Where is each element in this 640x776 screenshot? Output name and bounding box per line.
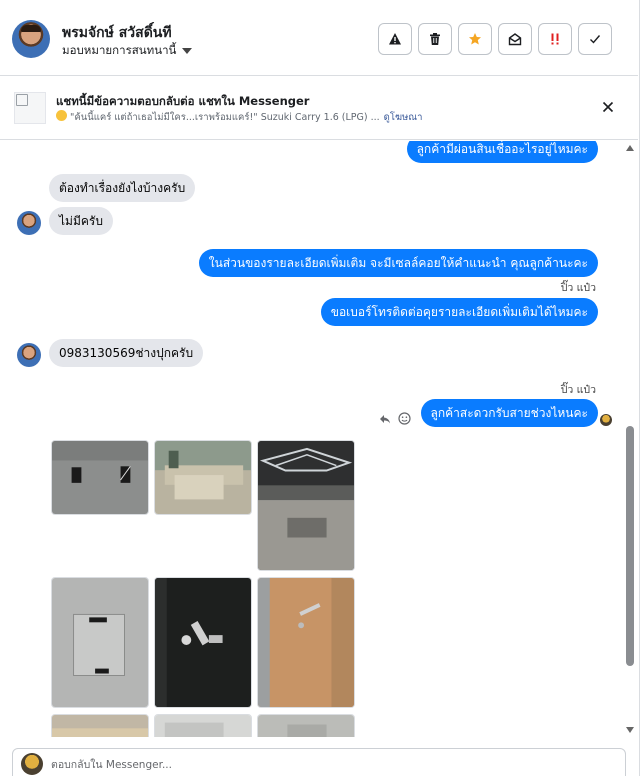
outgoing-message[interactable]: ลูกค้าสะดวกรับสายช่วงไหนคะ: [420, 399, 598, 427]
check-icon: [590, 35, 601, 44]
scroll-up-arrow-icon[interactable]: [626, 145, 634, 151]
header-actions: [378, 23, 612, 55]
reply-icon[interactable]: [379, 413, 391, 425]
delete-button[interactable]: [418, 23, 452, 55]
incoming-message[interactable]: ไม่มีครับ: [49, 207, 113, 235]
mark-unread-icon: [508, 33, 522, 46]
contact-avatar[interactable]: [12, 20, 50, 58]
close-icon[interactable]: [600, 99, 616, 115]
outgoing-message[interactable]: ขอเบอร์โทรติดต่อคุยรายละเอียดเพิ่มเติมได…: [320, 298, 598, 326]
sender-name: ปิ๊ว แป๋ว: [560, 384, 596, 396]
contact-avatar-small: [17, 343, 41, 367]
warning-icon: [389, 33, 401, 45]
conversation-header: พรมจักษ์ สวัสดิ์นที มอบหมายการสนทนานี้: [0, 0, 638, 76]
messenger-reply-banner: แชทนี้มีข้อความตอบกลับต่อ แชทใน Messenge…: [0, 76, 638, 140]
star-button[interactable]: [458, 23, 492, 55]
follow-up-icon: [551, 33, 559, 45]
scroll-down-arrow-icon[interactable]: [626, 727, 634, 733]
seen-avatar: [600, 414, 612, 426]
follow-up-button[interactable]: [538, 23, 572, 55]
photo-attachment[interactable]: [257, 714, 355, 737]
mark-done-button[interactable]: [578, 23, 612, 55]
react-emoji-icon[interactable]: [398, 412, 411, 425]
photo-attachment[interactable]: [257, 577, 355, 708]
banner-title: แชทนี้มีข้อความตอบกลับต่อ แชทใน Messenge…: [56, 94, 310, 108]
mark-unread-button[interactable]: [498, 23, 532, 55]
photo-attachment[interactable]: [154, 714, 252, 737]
ad-thumbnail: [14, 92, 46, 124]
incoming-message[interactable]: ต้องทำเรื่องยังไงบ้างครับ: [49, 174, 196, 202]
page-avatar: [21, 753, 43, 775]
photo-attachment[interactable]: [51, 714, 149, 737]
sender-name: ปิ๊ว แป๋ว: [560, 282, 596, 294]
reply-input[interactable]: [51, 755, 611, 775]
star-icon: [469, 33, 481, 45]
trash-icon: [430, 33, 440, 45]
reply-composer: [12, 748, 626, 776]
assign-label: มอบหมายการสนทนานี้: [62, 43, 177, 57]
sunglasses-emoji-icon: [56, 110, 67, 121]
report-spam-button[interactable]: [378, 23, 412, 55]
message-thread[interactable]: ลูกค้ามีผ่อนสินเชื่ออะไรอยู่ไหมคะ ต้องทำ…: [0, 141, 622, 737]
photo-attachment[interactable]: [257, 440, 355, 571]
outgoing-message[interactable]: ลูกค้ามีผ่อนสินเชื่ออะไรอยู่ไหมคะ: [406, 141, 598, 163]
ad-snippet-text: "ค้นนี้แคร์ แต่ถ้าเธอไม่มีใคร...เราพร้อม…: [70, 112, 380, 123]
contact-avatar-small: [17, 211, 41, 235]
view-ad-link[interactable]: ดูโฆษณา: [384, 112, 423, 123]
ad-snippet: "ค้นนี้แคร์ แต่ถ้าเธอไม่มีใคร...เราพร้อม…: [56, 110, 422, 125]
scrollbar-thumb[interactable]: [626, 426, 634, 666]
thread-scrollbar[interactable]: [623, 141, 637, 737]
assign-conversation-dropdown[interactable]: มอบหมายการสนทนานี้: [62, 42, 193, 60]
conversation-panel: พรมจักษ์ สวัสดิ์นที มอบหมายการสนทนานี้ แ…: [0, 0, 640, 776]
photo-attachment[interactable]: [154, 440, 252, 515]
photo-attachment[interactable]: [51, 577, 149, 708]
incoming-message[interactable]: 0983130569ช่างปุกครับ: [49, 339, 204, 367]
outgoing-message[interactable]: ในส่วนของรายละเอียดเพิ่มเติม จะมีเซลล์คอ…: [198, 249, 598, 277]
contact-name[interactable]: พรมจักษ์ สวัสดิ์นที: [62, 22, 172, 44]
photo-attachment[interactable]: [154, 577, 252, 708]
caret-down-icon: [182, 48, 193, 54]
photo-attachment[interactable]: [51, 440, 149, 515]
